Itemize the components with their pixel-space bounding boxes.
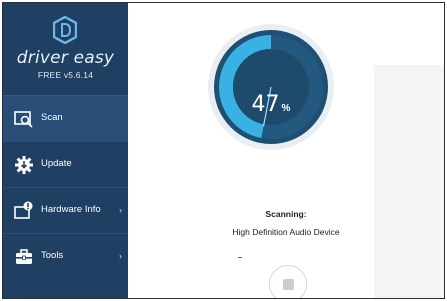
scan-progress-gauge xyxy=(208,24,334,150)
current-device-label: High Definition Audio Device xyxy=(232,227,340,237)
stop-icon xyxy=(283,279,294,290)
sidebar-item-scan[interactable]: Scan xyxy=(3,95,128,141)
stop-scan-button[interactable] xyxy=(269,265,307,298)
sidebar-item-label: Tools xyxy=(41,250,64,261)
sidebar-item-label: Hardware Info xyxy=(41,204,101,215)
sidebar-item-label: Scan xyxy=(41,112,63,123)
tools-icon xyxy=(16,249,32,264)
update-gear-icon xyxy=(15,156,33,174)
divider-mark xyxy=(238,257,242,258)
sidebar-item-hardware-info[interactable]: Hardware Info › xyxy=(3,187,128,233)
sidebar-item-update[interactable]: Update xyxy=(3,141,128,187)
progress-value: 47 xyxy=(251,92,280,117)
driver-easy-window: driver easy FREE v5.6.14 Scan Update Har… xyxy=(2,2,445,299)
sidebar-item-tools[interactable]: Tools › xyxy=(3,233,128,279)
sidebar-item-label: Update xyxy=(41,158,72,169)
main-content: 47% Scanning: High Definition Audio Devi… xyxy=(128,3,444,298)
scan-status-title: Scanning: xyxy=(265,209,307,219)
progress-readout: 47% xyxy=(207,92,335,117)
app-version: FREE v5.6.14 xyxy=(37,70,94,80)
brand-header: driver easy FREE v5.6.14 xyxy=(3,3,128,95)
scan-icon xyxy=(14,111,33,128)
hardware-info-icon xyxy=(14,201,33,219)
sidebar: driver easy FREE v5.6.14 Scan Update Har… xyxy=(3,3,128,298)
background-panel xyxy=(374,65,444,298)
app-name: driver easy xyxy=(16,48,115,68)
driver-easy-logo-icon xyxy=(53,16,77,44)
chevron-right-icon: › xyxy=(119,205,122,215)
chevron-right-icon: › xyxy=(119,251,122,261)
progress-unit: % xyxy=(281,103,291,114)
